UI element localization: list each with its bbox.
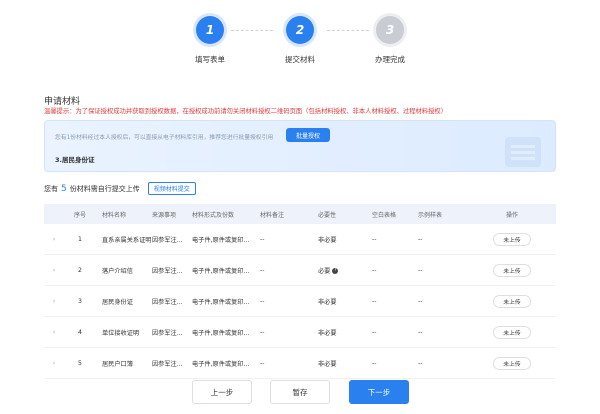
action-cell: 未上传 <box>468 356 556 370</box>
action-cell: 未上传 <box>468 294 556 308</box>
row-index: 2 <box>78 266 82 274</box>
row-index: 3 <box>78 297 82 305</box>
material-necessity: 非必要 <box>318 360 337 368</box>
header-sample: 示例样表 <box>418 211 443 219</box>
material-note: -- <box>260 235 265 243</box>
header-index: 序号 <box>73 211 86 219</box>
material-name: 直系亲属关系证明 <box>102 236 152 244</box>
material-source: 因参军注... <box>152 360 183 368</box>
save-draft-button[interactable]: 暂存 <box>270 380 330 404</box>
material-sample: -- <box>418 266 423 274</box>
material-note: -- <box>260 297 265 305</box>
help-question-icon[interactable]: ? <box>332 267 339 274</box>
material-blank-form: -- <box>372 297 377 305</box>
material-name: 单位接收证明 <box>102 329 140 337</box>
material-name: 居民身份证 <box>102 298 133 306</box>
material-necessity-cell: 必要? <box>318 266 372 275</box>
expand-chevron-icon[interactable]: › <box>44 360 64 367</box>
expand-chevron-icon[interactable]: › <box>44 267 64 274</box>
authorization-hint: 您有1份材料经过本人授权后，可以直接从电子材料库引用，推荐您进行批量授权引用 <box>55 135 274 141</box>
material-blank-form: -- <box>372 359 377 367</box>
material-source: 因参军注... <box>152 329 183 337</box>
header-source: 来源事项 <box>152 211 177 219</box>
header-form: 材料形式及份数 <box>192 211 235 219</box>
authorizable-document-name: 3.居民身份证 <box>55 156 95 164</box>
material-necessity: 非必要 <box>318 329 337 337</box>
expand-chevron-icon[interactable]: › <box>44 329 64 336</box>
material-sample: -- <box>418 297 423 305</box>
expand-chevron-icon[interactable]: › <box>44 298 64 305</box>
table-row: › 5 居民户口簿 因参军注... 电子件,原件或复印... -- 非必要 --… <box>44 348 556 379</box>
row-index: 5 <box>78 359 82 367</box>
material-note: -- <box>260 359 265 367</box>
material-blank-form: -- <box>372 235 377 243</box>
view-materials-button[interactable]: 视频材料提交 <box>147 182 196 195</box>
upload-button[interactable]: 未上传 <box>493 263 531 277</box>
step-label: 填写表单 <box>195 55 225 64</box>
count-prefix: 您有 <box>44 184 58 193</box>
table-row: › 4 单位接收证明 因参军注... 电子件,原件或复印... -- 非必要 -… <box>44 317 556 348</box>
material-form: 电子件,原件或复印... <box>192 267 250 275</box>
upload-button[interactable]: 未上传 <box>493 356 531 370</box>
material-form: 电子件,原件或复印... <box>192 360 250 368</box>
header-action: 操作 <box>505 211 518 219</box>
document-illustration-icon <box>505 137 541 167</box>
material-name: 居民户口簿 <box>102 360 133 368</box>
step-label: 办理完成 <box>375 55 405 64</box>
material-sample: -- <box>418 359 423 367</box>
material-form: 电子件,原件或复印... <box>192 298 250 306</box>
progress-steps: 1 填写表单 2 提交材料 3 办理完成 <box>0 16 600 66</box>
step-number-circle: 3 <box>376 16 404 44</box>
material-source: 因参军注... <box>152 267 183 275</box>
materials-table: 序号 材料名称 来源事项 材料形式及份数 材料备注 必要性 空白表格 示例样表 … <box>44 204 556 379</box>
batch-authorize-button[interactable]: 批量授权 <box>286 128 330 142</box>
material-source: 因参军注... <box>152 298 183 306</box>
row-index: 4 <box>78 328 82 336</box>
previous-step-button[interactable]: 上一步 <box>192 380 252 404</box>
material-form: 电子件,原件或复印... <box>192 329 250 337</box>
footer-actions: 上一步 暂存 下一步 <box>0 380 600 406</box>
material-sample: -- <box>418 235 423 243</box>
step-label: 提交材料 <box>285 55 315 64</box>
authorization-card: 您有1份材料经过本人授权后，可以直接从电子材料库引用，推荐您进行批量授权引用 批… <box>44 120 556 172</box>
header-necessity: 必要性 <box>318 211 337 219</box>
expand-chevron-icon[interactable]: › <box>44 236 64 243</box>
warning-notice: 温馨提示：为了保证授权成功并获取到授权数据，在授权成功前请勿关闭材料授权二维码页… <box>44 108 447 115</box>
table-row: › 1 直系亲属关系证明 因参军注... 电子件,原件或复印... -- 非必要… <box>44 224 556 255</box>
header-name: 材料名称 <box>102 211 127 219</box>
material-blank-form: -- <box>372 328 377 336</box>
count-suffix: 份材料需自行提交上传 <box>69 184 140 193</box>
next-step-button[interactable]: 下一步 <box>349 380 409 404</box>
material-source: 因参军注... <box>152 236 183 244</box>
material-sample: -- <box>418 328 423 336</box>
step-fill-form: 1 填写表单 <box>165 16 255 65</box>
action-cell: 未上传 <box>468 232 556 246</box>
header-blank-form: 空白表格 <box>372 211 397 219</box>
upload-button[interactable]: 未上传 <box>493 232 531 246</box>
step-number-circle: 1 <box>196 16 224 44</box>
material-note: -- <box>260 328 265 336</box>
table-row: › 3 居民身份证 因参军注... 电子件,原件或复印... -- 非必要 --… <box>44 286 556 317</box>
step-submit-materials: 2 提交材料 <box>255 16 345 65</box>
materials-count: 5 <box>61 183 67 194</box>
material-name: 落户介绍信 <box>102 267 133 275</box>
material-necessity: 必要 <box>318 267 331 275</box>
table-row: › 2 落户介绍信 因参军注... 电子件,原件或复印... -- 必要? --… <box>44 255 556 286</box>
table-header: 序号 材料名称 来源事项 材料形式及份数 材料备注 必要性 空白表格 示例样表 … <box>44 204 556 224</box>
material-blank-form: -- <box>372 266 377 274</box>
material-necessity: 非必要 <box>318 236 337 244</box>
step-complete: 3 办理完成 <box>345 16 435 65</box>
step-number-circle: 2 <box>286 16 314 44</box>
material-note: -- <box>260 266 265 274</box>
action-cell: 未上传 <box>468 263 556 277</box>
row-index: 1 <box>78 235 82 243</box>
action-cell: 未上传 <box>468 325 556 339</box>
materials-count-line: 您有 5 份材料需自行提交上传 视频材料提交 <box>44 182 196 195</box>
upload-button[interactable]: 未上传 <box>493 294 531 308</box>
material-necessity: 非必要 <box>318 298 337 306</box>
material-form: 电子件,原件或复印... <box>192 236 250 244</box>
header-note: 材料备注 <box>260 211 285 219</box>
upload-button[interactable]: 未上传 <box>493 325 531 339</box>
